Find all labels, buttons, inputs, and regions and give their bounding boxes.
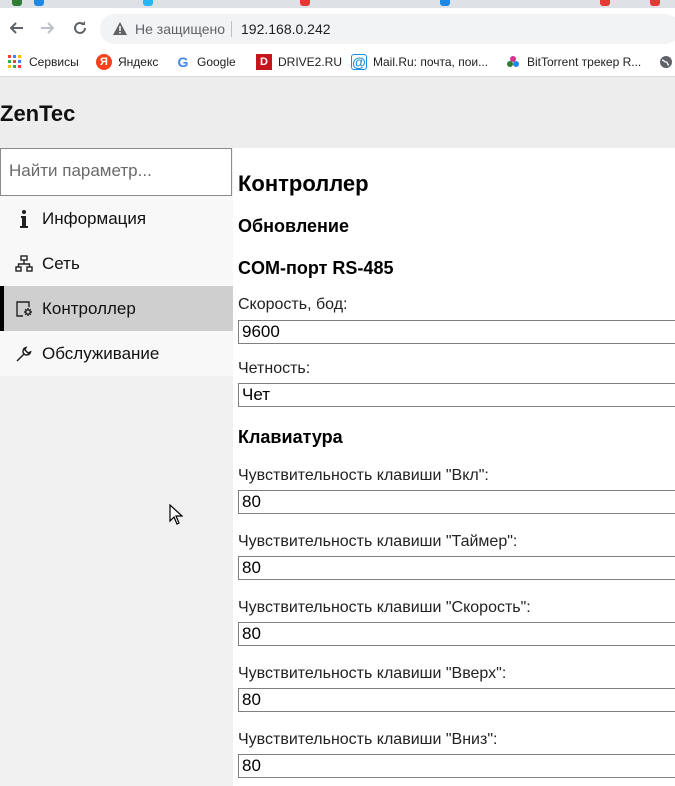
info-icon <box>14 209 34 229</box>
bookmark-services[interactable]: Сервисы <box>7 53 79 71</box>
key-speed-input[interactable] <box>239 623 672 645</box>
bookmark-rutracker[interactable]: BitTorrent трекер R... <box>505 53 641 71</box>
key-down-field <box>238 754 675 778</box>
section-keyboard-heading: Клавиатура <box>238 427 343 447</box>
section-com-heading: COM-порт RS-485 <box>238 258 394 278</box>
back-button[interactable] <box>4 16 28 40</box>
bookmark-google[interactable]: G Google <box>175 53 236 71</box>
address-separator <box>231 21 232 37</box>
key-speed-label: Чувствительность клавиши "Скорость": <box>238 599 531 616</box>
bookmark-globe[interactable] <box>658 53 675 71</box>
key-speed-field <box>238 622 675 646</box>
tab-favicon[interactable] <box>12 0 22 6</box>
mailru-icon: @ <box>351 54 367 70</box>
parity-select[interactable]: Чет <box>238 383 675 407</box>
speed-input[interactable] <box>239 321 672 343</box>
bookmark-yandex[interactable]: Я Яндекс <box>96 53 158 71</box>
tab-favicon[interactable] <box>600 0 610 6</box>
google-icon: G <box>177 54 189 70</box>
sidebar-item-label: Сеть <box>42 253 80 273</box>
page-title: Контроллер <box>238 171 369 196</box>
tab-favicon[interactable] <box>650 0 660 6</box>
speed-field <box>238 320 675 344</box>
sidebar-item-network[interactable]: Сеть <box>0 241 233 286</box>
key-down-input[interactable] <box>239 755 672 777</box>
network-icon <box>14 254 34 274</box>
tab-favicon[interactable] <box>143 0 153 6</box>
controller-settings-icon <box>14 299 34 319</box>
key-down-label: Чувствительность клавиши "Вниз": <box>238 731 498 748</box>
parity-selected-value: Чет <box>242 385 271 404</box>
back-arrow-icon <box>9 22 23 34</box>
key-timer-label: Чувствительность клавиши "Таймер": <box>238 533 518 550</box>
key-timer-input[interactable] <box>239 557 672 579</box>
sidebar-item-label: Контроллер <box>42 298 136 318</box>
address-bar[interactable]: Не защищено 192.168.0.242 <box>100 14 675 44</box>
bookmark-drive2[interactable]: D DRIVE2.RU <box>256 53 342 71</box>
key-power-input[interactable] <box>239 491 672 513</box>
apps-grid-icon <box>7 54 23 70</box>
key-power-label: Чувствительность клавиши "Вкл": <box>238 467 489 484</box>
bookmark-label: DRIVE2.RU <box>278 55 343 69</box>
sidebar-item-label: Обслуживание <box>42 343 160 363</box>
key-timer-field <box>238 556 675 580</box>
bookmark-label: BitTorrent трекер R... <box>527 55 642 69</box>
sidebar-item-maintenance[interactable]: Обслуживание <box>0 331 233 376</box>
reload-button[interactable] <box>68 16 92 40</box>
forward-button[interactable] <box>36 16 60 40</box>
key-up-label: Чувствительность клавиши "Вверх": <box>238 665 507 682</box>
app-header: ZenTec <box>0 77 675 148</box>
parity-label: Четность: <box>238 360 311 377</box>
wrench-icon <box>14 344 34 364</box>
sidebar: Информация Сеть Контроллер <box>0 148 233 786</box>
key-up-field <box>238 688 675 712</box>
key-up-input[interactable] <box>239 689 672 711</box>
tab-favicon[interactable] <box>34 0 44 6</box>
search-input[interactable] <box>1 149 229 193</box>
bookmarks-bar: Сервисы Я Яндекс G Google D DRIVE2.RU @ … <box>0 48 675 77</box>
speed-label: Скорость, бод: <box>238 296 348 313</box>
bookmark-label: Яндекс <box>118 55 159 69</box>
bookmark-label: Mail.Ru: почта, пои... <box>373 55 489 69</box>
globe-icon <box>658 54 674 70</box>
bookmark-label: Сервисы <box>29 55 79 69</box>
mouse-pointer-icon <box>169 504 183 525</box>
browser-toolbar: Не защищено 192.168.0.242 <box>0 8 675 48</box>
url-text[interactable]: 192.168.0.242 <box>241 21 331 37</box>
reload-icon <box>74 21 86 34</box>
section-update-heading: Обновление <box>238 216 349 236</box>
bookmark-label: Google <box>197 55 236 69</box>
drive2-icon: D <box>256 54 272 70</box>
tab-favicon[interactable] <box>440 0 450 6</box>
sidebar-item-info[interactable]: Информация <box>0 196 233 241</box>
sidebar-item-label: Информация <box>42 208 147 228</box>
yandex-icon: Я <box>96 54 112 70</box>
tab-favicon[interactable] <box>300 0 310 6</box>
warning-triangle-icon[interactable] <box>112 21 128 37</box>
forward-arrow-icon <box>41 22 55 34</box>
security-status-label[interactable]: Не защищено <box>135 21 225 37</box>
browser-tab-strip <box>0 0 675 8</box>
rutracker-icon <box>505 54 521 70</box>
sidebar-item-controller[interactable]: Контроллер <box>0 286 233 331</box>
key-power-field <box>238 490 675 514</box>
app-title: ZenTec <box>0 101 76 126</box>
parameter-search <box>0 148 232 196</box>
bookmark-mailru[interactable]: @ Mail.Ru: почта, пои... <box>351 53 488 71</box>
sidebar-menu: Информация Сеть Контроллер Обслуживание <box>0 196 233 376</box>
